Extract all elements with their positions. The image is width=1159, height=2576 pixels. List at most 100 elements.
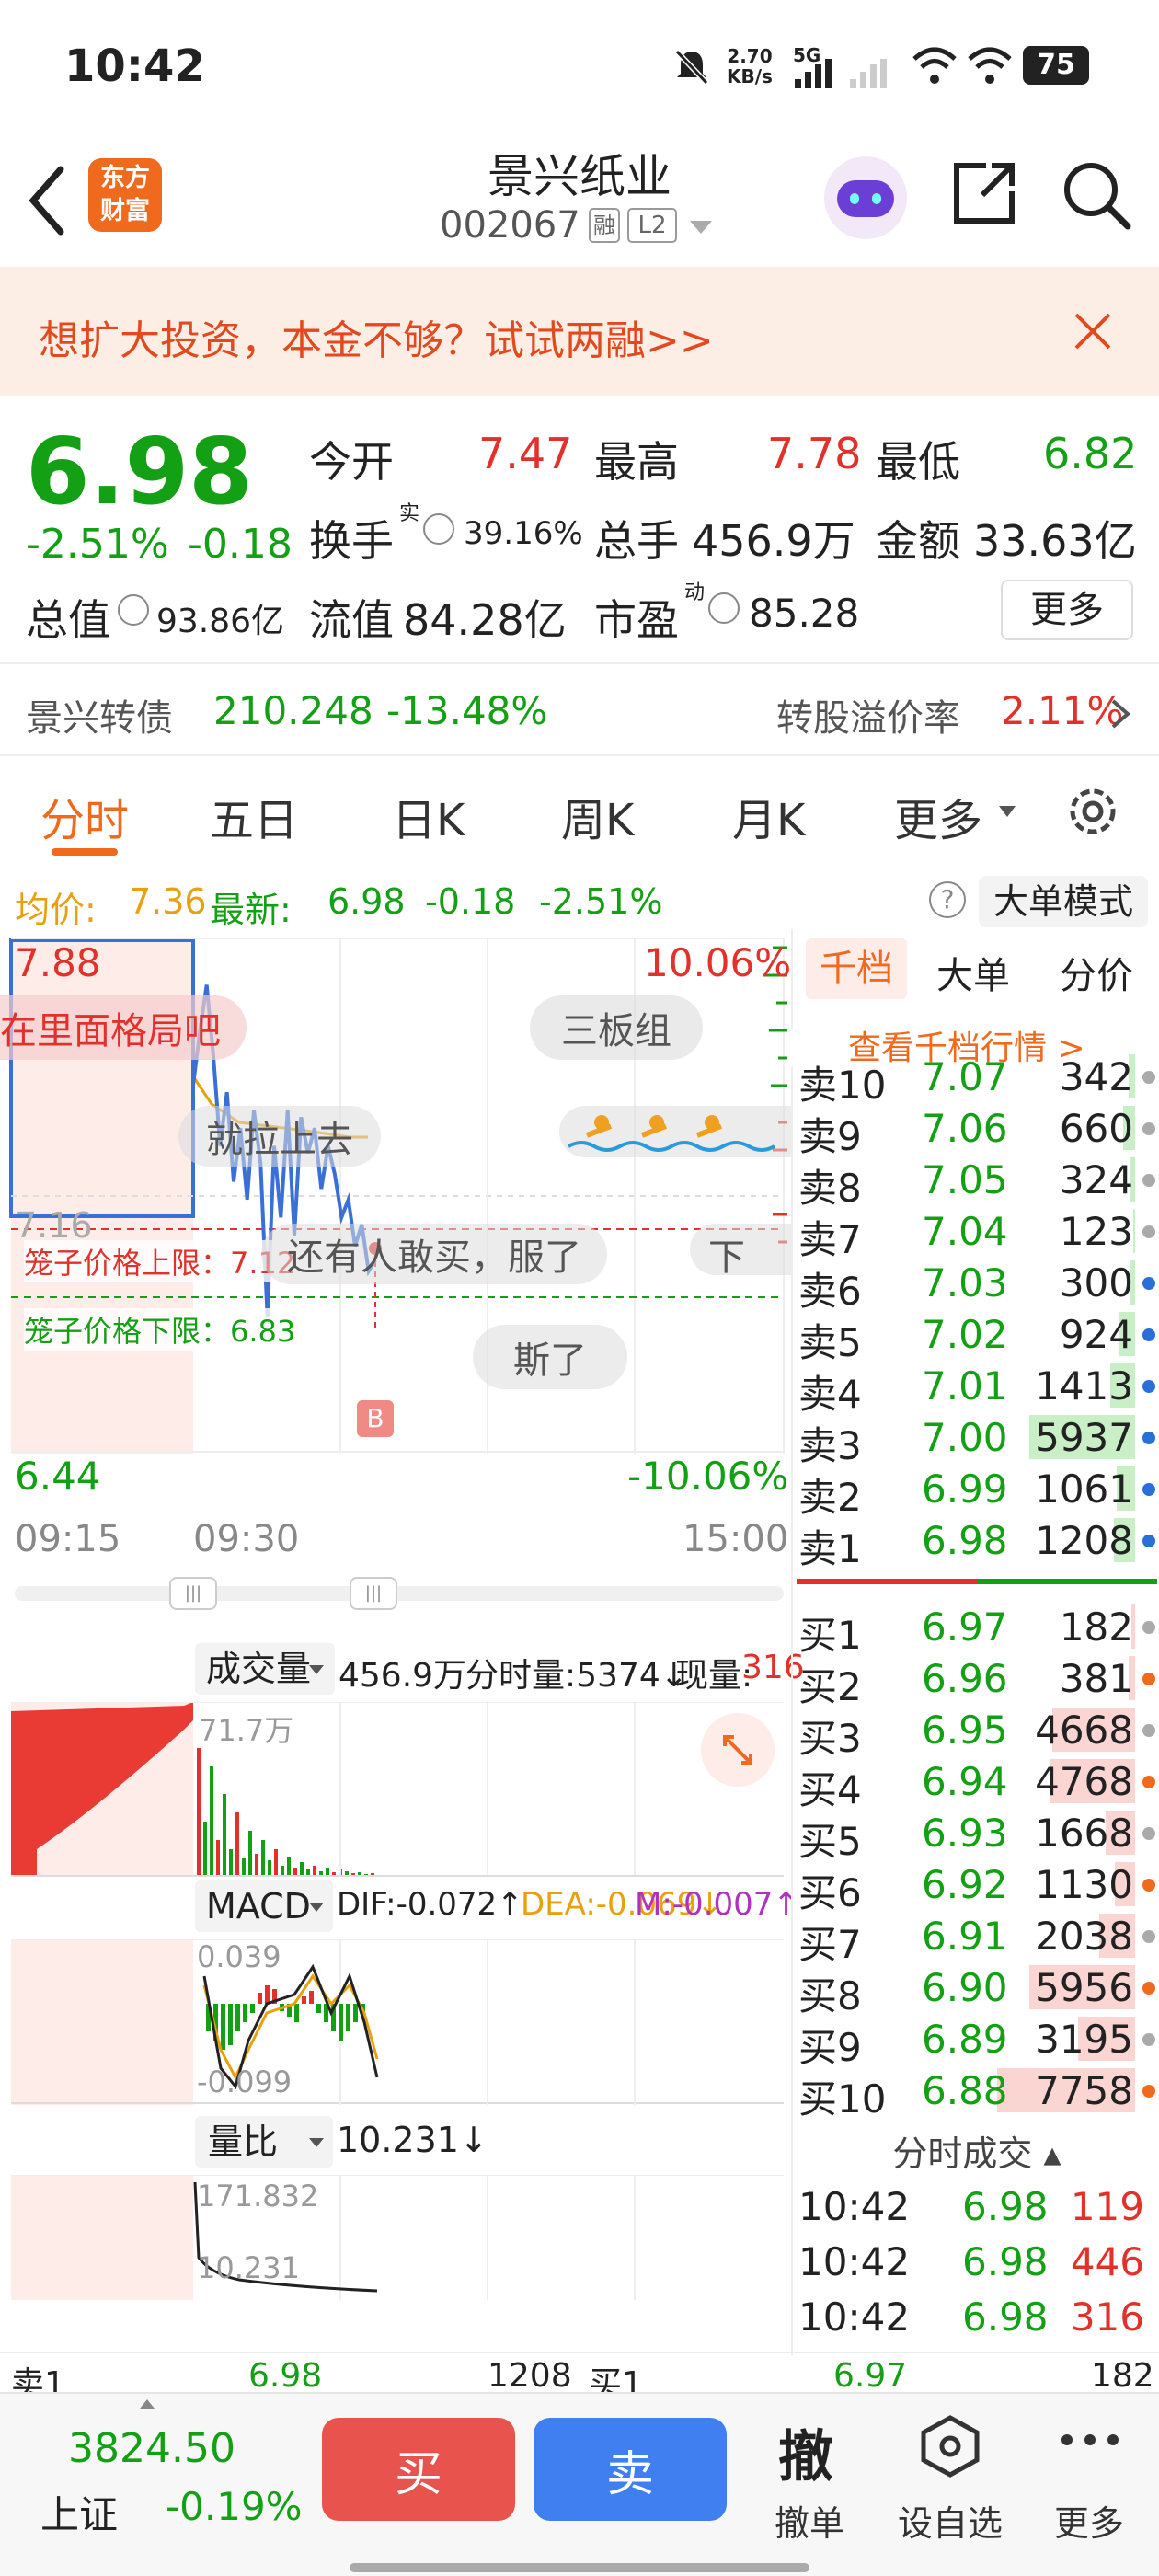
bid-row[interactable]: 买2 6.96 381	[793, 1652, 1159, 1709]
volume-bar	[274, 1849, 278, 1877]
caret-up-icon[interactable]	[138, 2398, 156, 2410]
tab-intraday[interactable]: 分时	[40, 784, 129, 848]
home-indicator[interactable]	[350, 2563, 809, 2572]
ask-row[interactable]: 卖2 6.99 1061	[793, 1463, 1159, 1520]
ask-row[interactable]: 卖6 7.03 300	[793, 1257, 1159, 1314]
cancel-order-label[interactable]: 撤单	[775, 2495, 844, 2546]
premium-label[interactable]: 转股溢价率	[776, 688, 960, 742]
ask-row[interactable]: 卖8 7.05 324	[793, 1154, 1159, 1211]
tab-weekly-k[interactable]: 周K	[561, 784, 634, 848]
search-icon[interactable]	[1060, 158, 1133, 232]
close-icon[interactable]	[1073, 311, 1113, 351]
macd-chart[interactable]	[0, 1939, 791, 2105]
bid-row[interactable]: 买4 6.94 4768	[793, 1755, 1159, 1812]
volume-value: 456.9万	[692, 516, 855, 566]
ask-row[interactable]: 卖10 7.07 342	[793, 1051, 1159, 1108]
info-icon[interactable]	[423, 513, 454, 545]
comment-bubble[interactable]: 下	[690, 1224, 791, 1279]
chevron-right-icon[interactable]	[1109, 697, 1131, 730]
more-label[interactable]: 更多	[1054, 2495, 1124, 2546]
emoji-bubble[interactable]	[559, 1106, 791, 1157]
info-icon-3[interactable]	[708, 592, 740, 624]
order-dot	[1142, 1483, 1155, 1496]
macd-bar	[346, 2004, 350, 2031]
caret-down-icon[interactable]	[307, 2136, 326, 2149]
watchlist-hexagon-icon[interactable]	[920, 2414, 981, 2478]
range-handle-right[interactable]: |||	[350, 1577, 397, 1610]
big-order-mode-button[interactable]: 大单模式	[979, 876, 1148, 927]
caret-down-icon[interactable]	[307, 1901, 326, 1914]
tab-monthly-k[interactable]: 月K	[732, 784, 805, 848]
bid-row[interactable]: 买7 6.91 2038	[793, 1910, 1159, 1967]
index-change[interactable]: -0.19%	[166, 2484, 303, 2529]
vr-chart[interactable]	[0, 2175, 791, 2300]
bid-row[interactable]: 买5 6.93 1668	[793, 1807, 1159, 1864]
volume-period: 分时量:5374↓	[465, 1657, 688, 1695]
volume-chart[interactable]	[0, 1702, 791, 1877]
tab-depth[interactable]: 千档	[806, 938, 907, 999]
latest-change: -0.18	[425, 881, 516, 922]
order-dot	[1142, 1380, 1155, 1393]
tab-big-order[interactable]: 大单	[936, 946, 1010, 999]
ask-row[interactable]: 卖9 7.06 660	[793, 1102, 1159, 1159]
comment-bubble[interactable]: 三板组	[530, 995, 703, 1060]
caret-down-icon[interactable]	[997, 804, 1017, 819]
help-icon[interactable]: ?	[929, 881, 966, 918]
bid-row[interactable]: 买10 6.88 7758	[793, 2064, 1159, 2122]
bond-name[interactable]: 景兴转债	[26, 688, 173, 742]
gear-icon[interactable]	[1063, 782, 1122, 841]
buy-button[interactable]: 买	[322, 2418, 515, 2521]
order-book: 卖10 7.07 342 卖9 7.06 660 卖8 7.05 324 卖7 7.04 123 卖6 7…	[791, 1054, 1159, 2355]
ask-row[interactable]: 卖7 7.04 123	[793, 1205, 1159, 1262]
ask-row[interactable]: 卖4 7.01 1413	[793, 1360, 1159, 1417]
range-handle-left[interactable]: |||	[169, 1577, 217, 1610]
tab-more[interactable]: 更多	[894, 784, 982, 848]
caret-down-icon[interactable]	[307, 1663, 326, 1676]
expand-icon[interactable]	[701, 1713, 775, 1787]
bid-row[interactable]: 买8 6.90 5956	[793, 1961, 1159, 2018]
ask-row[interactable]: 卖1 6.98 1208	[793, 1514, 1159, 1571]
info-icon-2[interactable]	[118, 594, 149, 626]
ask-row[interactable]: 卖5 7.02 924	[793, 1308, 1159, 1365]
time-start-label: 09:15	[15, 1518, 121, 1560]
assistant-robot-icon[interactable]	[824, 156, 907, 239]
tab-price-distribution[interactable]: 分价	[1060, 946, 1133, 999]
order-dot	[1142, 1277, 1155, 1290]
comment-bubble[interactable]: 还有人敢买，服了	[261, 1224, 607, 1284]
order-dot	[1142, 1879, 1155, 1892]
volume-bar	[197, 1748, 201, 1877]
bid-qty: 2038	[1035, 1914, 1133, 1959]
cancel-order-icon[interactable]: 撤	[778, 2412, 833, 2492]
bid-row[interactable]: 买6 6.92 1130	[793, 1858, 1159, 1915]
bid-row[interactable]: 买9 6.89 3195	[793, 2013, 1159, 2070]
more-dots-icon[interactable]	[1058, 2431, 1122, 2449]
index-value[interactable]: 3824.50	[68, 2425, 235, 2472]
ask-row[interactable]: 卖3 7.00 5937	[793, 1411, 1159, 1468]
add-watchlist-label[interactable]: 设自选	[898, 2495, 1003, 2546]
index-name[interactable]: 上证	[40, 2484, 118, 2540]
order-dot	[1142, 1174, 1155, 1187]
buy-marker[interactable]: B	[357, 1400, 394, 1437]
volume-bar	[268, 1860, 271, 1877]
dropdown-icon[interactable]	[688, 219, 714, 236]
volume-axis-top: 71.7万	[199, 1713, 294, 1748]
margin-promo-banner[interactable]: 想扩大投资，本金不够？试试两融>>	[0, 267, 1159, 396]
bid-price: 6.91	[922, 1914, 1008, 1959]
level2-badge[interactable]: L2	[627, 208, 677, 243]
bid-row[interactable]: 买1 6.97 182	[793, 1601, 1159, 1658]
bid-row[interactable]: 买3 6.95 4668	[793, 1704, 1159, 1761]
volume-bar	[287, 1857, 291, 1877]
macd-bar	[221, 2004, 225, 2050]
comment-bubble[interactable]: 在里面格局吧	[0, 995, 247, 1060]
comment-bubble[interactable]: 就拉上去	[178, 1106, 381, 1167]
promo-text[interactable]: 想扩大投资，本金不够？试试两融>>	[39, 307, 714, 366]
trades-title[interactable]: 分时成交 ▴	[793, 2125, 1159, 2176]
more-button[interactable]: 更多	[1001, 580, 1133, 640]
volume-bar	[255, 1854, 258, 1877]
tab-daily-k[interactable]: 日K	[392, 784, 465, 848]
comment-bubble[interactable]: 斯了	[473, 1325, 627, 1389]
share-icon[interactable]	[949, 158, 1019, 228]
tab-five-day[interactable]: 五日	[210, 784, 298, 848]
range-slider-track[interactable]	[15, 1586, 784, 1601]
sell-button[interactable]: 卖	[534, 2418, 727, 2521]
